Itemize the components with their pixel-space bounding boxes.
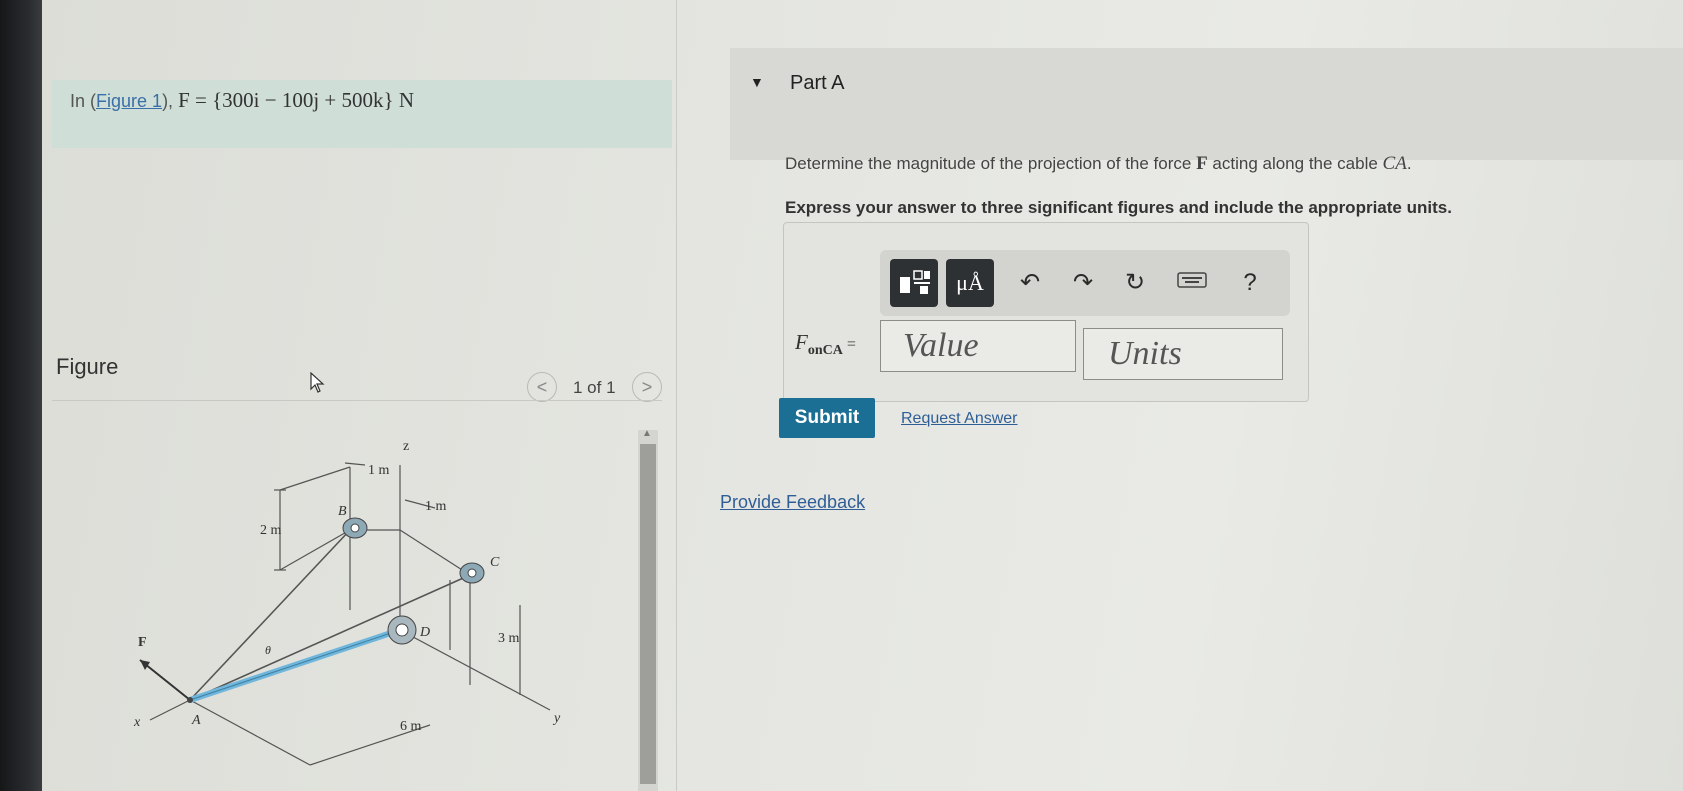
question-mid: acting along the cable [1207,154,1383,173]
answer-label-sub: onCA [807,343,843,359]
answer-label: FonCA = [795,330,856,359]
mechanics-figure: z 1 m 1 m 2 m B C D F θ 3 m A x 6 m y [133,439,561,766]
question-text: Determine the magnitude of the projectio… [785,153,1412,175]
answer-label-equals: = [842,336,856,353]
collapse-caret-icon[interactable]: ▼ [750,74,764,90]
part-title[interactable]: Part A [790,72,844,95]
provide-feedback-link[interactable]: Provide Feedback [720,492,865,513]
axis-y-label: y [552,711,561,726]
request-answer-link[interactable]: Request Answer [901,410,1018,428]
point-C-label: C [490,555,500,570]
dim-3m: 3 m [498,631,520,646]
math-toolbar: μÅ ↶ ↷ ↻ ? [880,250,1290,316]
monitor-bezel [0,0,42,791]
value-input[interactable]: Value [880,320,1076,372]
question-prefix: Determine the magnitude of the projectio… [785,154,1197,173]
figure-scrollbar-thumb[interactable] [640,444,656,784]
units-input[interactable]: Units [1083,328,1283,380]
dim-1m-right: 1 m [425,499,447,514]
figure-heading: Figure [56,354,119,379]
point-D-label: D [419,625,430,640]
reset-icon[interactable]: ↻ [1120,268,1150,298]
keyboard-icon[interactable] [1177,268,1207,298]
dim-1m-top: 1 m [368,463,390,478]
redo-icon[interactable]: ↷ [1068,268,1098,298]
axis-z-label: z [403,439,409,454]
figure-next-button[interactable]: > [632,372,662,402]
instruction-text: Express your answer to three significant… [785,198,1452,217]
panel-divider [676,0,677,791]
answer-label-main: F [795,330,808,354]
help-button[interactable]: ? [1235,268,1265,298]
templates-icon[interactable] [890,259,938,307]
support-C [459,562,485,584]
dim-2m: 2 m [260,523,282,538]
support-B [342,517,368,539]
support-D [387,615,417,645]
figure-pager-count: 1 of 1 [573,378,616,397]
axis-x-label: x [133,715,141,730]
problem-prefix: In ( [70,91,97,111]
question-end: . [1406,154,1412,173]
dim-6m: 6 m [400,719,422,734]
mouse-cursor-icon [310,371,326,399]
theta-label: θ [265,643,271,657]
figure-prev-button[interactable]: < [527,372,557,402]
problem-statement: In (Figure 1), F = {300i − 100j + 500k} … [70,88,414,113]
question-cable-symbol: CA [1382,153,1407,174]
part-header[interactable] [730,48,1683,160]
point-B-label: B [338,504,347,519]
question-force-symbol: F [1196,153,1208,174]
problem-suffix: ), [162,91,179,111]
force-F-label: F [138,635,147,650]
scroll-up-icon[interactable]: ▲ [642,428,652,439]
figure-divider [52,400,662,401]
units-button[interactable]: μÅ [946,259,994,307]
undo-icon[interactable]: ↶ [1015,268,1045,298]
figure-link[interactable]: Figure 1 [96,91,162,111]
force-expression: F = {300i − 100j + 500k} N [178,88,415,112]
submit-button[interactable]: Submit [779,398,875,438]
point-A-label: A [191,713,201,728]
